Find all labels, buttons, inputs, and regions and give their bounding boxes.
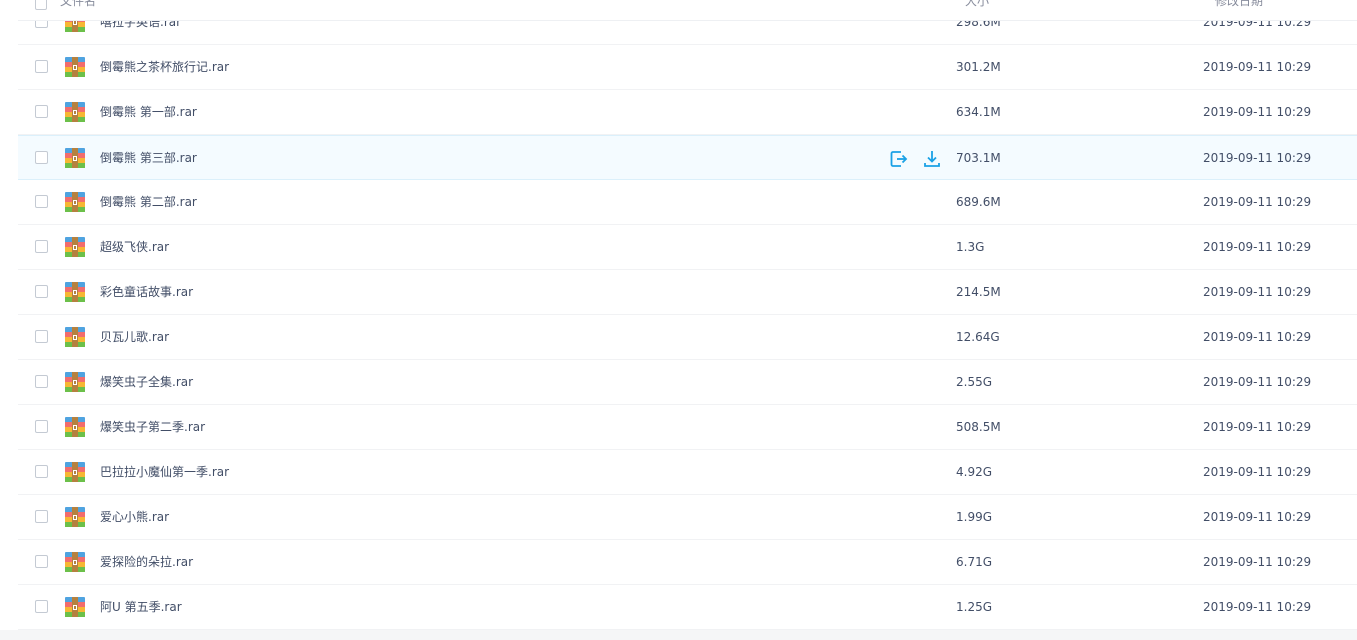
file-checkbox[interactable]: [35, 555, 48, 568]
file-name[interactable]: 阿U 第五季.rar: [100, 599, 182, 615]
file-size: 689.6M: [956, 195, 1001, 209]
file-date: 2019-09-11 10:29: [1203, 330, 1312, 344]
rar-archive-icon: [65, 327, 85, 347]
file-date: 2019-09-11 10:29: [1203, 600, 1312, 614]
file-name[interactable]: 爆笑虫子全集.rar: [100, 374, 193, 390]
file-row[interactable]: 彩色童话故事.rar 214.5M 2019-09-11 10:29: [18, 270, 1357, 315]
rar-archive-icon: [65, 102, 85, 122]
column-header-size[interactable]: 大小: [965, 0, 989, 8]
file-date: 2019-09-11 10:29: [1203, 240, 1312, 254]
column-header-date[interactable]: 修改日期: [1215, 0, 1263, 8]
file-name[interactable]: 爆笑虫子第二季.rar: [100, 419, 205, 435]
column-header-name[interactable]: 文件名: [60, 0, 96, 8]
file-name[interactable]: 爱心小熊.rar: [100, 509, 169, 525]
file-size: 634.1M: [956, 105, 1001, 119]
file-date: 2019-09-11 10:29: [1203, 420, 1312, 434]
select-all-checkbox[interactable]: [35, 0, 47, 10]
file-name[interactable]: 倒霉熊 第一部.rar: [100, 104, 197, 120]
file-date: 2019-09-11 10:29: [1203, 195, 1312, 209]
file-date: 2019-09-11 10:29: [1203, 555, 1312, 569]
file-name[interactable]: 倒霉熊之茶杯旅行记.rar: [100, 59, 229, 75]
file-row[interactable]: 倒霉熊 第一部.rar 634.1M 2019-09-11 10:29: [18, 90, 1357, 135]
file-date: 2019-09-11 10:29: [1203, 285, 1312, 299]
rar-archive-icon: [65, 597, 85, 617]
file-size: 2.55G: [956, 375, 993, 389]
file-row[interactable]: 倒霉熊 第三部.rar 703.1M 2019-09-11 10:29: [18, 135, 1357, 180]
file-name[interactable]: 超级飞侠.rar: [100, 239, 169, 255]
file-checkbox[interactable]: [35, 375, 48, 388]
download-icon[interactable]: [922, 149, 942, 169]
file-date: 2019-09-11 10:29: [1203, 60, 1312, 74]
file-checkbox[interactable]: [35, 420, 48, 433]
file-date: 2019-09-11 10:29: [1203, 510, 1312, 524]
file-size: 301.2M: [956, 60, 1001, 74]
file-checkbox[interactable]: [35, 330, 48, 343]
file-name[interactable]: 彩色童话故事.rar: [100, 284, 193, 300]
file-row[interactable]: 爆笑虫子第二季.rar 508.5M 2019-09-11 10:29: [18, 405, 1357, 450]
file-date: 2019-09-11 10:29: [1203, 105, 1312, 119]
file-size: 1.3G: [956, 240, 985, 254]
file-size: 703.1M: [956, 151, 1001, 165]
file-list-panel: 文件名 大小 修改日期 嘻拉字英语.rar 298.6M 2019-09-11 …: [0, 0, 1357, 630]
file-checkbox[interactable]: [35, 195, 48, 208]
file-name[interactable]: 贝瓦儿歌.rar: [100, 329, 169, 345]
file-name[interactable]: 巴拉拉小魔仙第一季.rar: [100, 464, 229, 480]
rar-archive-icon: [65, 462, 85, 482]
rar-archive-icon: [65, 417, 85, 437]
file-row[interactable]: 超级飞侠.rar 1.3G 2019-09-11 10:29: [18, 225, 1357, 270]
file-name[interactable]: 爱探险的朵拉.rar: [100, 554, 193, 570]
file-row[interactable]: 贝瓦儿歌.rar 12.64G 2019-09-11 10:29: [18, 315, 1357, 360]
file-name[interactable]: 倒霉熊 第二部.rar: [100, 194, 197, 210]
file-size: 4.92G: [956, 465, 993, 479]
file-size: 6.71G: [956, 555, 993, 569]
file-checkbox[interactable]: [35, 60, 48, 73]
file-row[interactable]: 倒霉熊 第二部.rar 689.6M 2019-09-11 10:29: [18, 180, 1357, 225]
file-checkbox[interactable]: [35, 151, 48, 164]
file-checkbox[interactable]: [35, 240, 48, 253]
file-checkbox[interactable]: [35, 510, 48, 523]
rar-archive-icon: [65, 507, 85, 527]
file-size: 214.5M: [956, 285, 1001, 299]
file-row[interactable]: 巴拉拉小魔仙第一季.rar 4.92G 2019-09-11 10:29: [18, 450, 1357, 495]
file-row[interactable]: 爱探险的朵拉.rar 6.71G 2019-09-11 10:29: [18, 540, 1357, 585]
file-size: 508.5M: [956, 420, 1001, 434]
file-date: 2019-09-11 10:29: [1203, 375, 1312, 389]
rar-archive-icon: [65, 57, 85, 77]
file-size: 12.64G: [956, 330, 1000, 344]
file-row[interactable]: 爆笑虫子全集.rar 2.55G 2019-09-11 10:29: [18, 360, 1357, 405]
file-date: 2019-09-11 10:29: [1203, 465, 1312, 479]
rar-archive-icon: [65, 148, 85, 168]
rar-archive-icon: [65, 237, 85, 257]
share-icon[interactable]: [889, 149, 909, 169]
file-list-header: 文件名 大小 修改日期: [18, 0, 1357, 21]
file-checkbox[interactable]: [35, 600, 48, 613]
file-row[interactable]: 爱心小熊.rar 1.99G 2019-09-11 10:29: [18, 495, 1357, 540]
file-checkbox[interactable]: [35, 285, 48, 298]
file-checkbox[interactable]: [35, 465, 48, 478]
file-size: 1.99G: [956, 510, 993, 524]
rar-archive-icon: [65, 552, 85, 572]
rar-archive-icon: [65, 282, 85, 302]
file-size: 1.25G: [956, 600, 993, 614]
file-name[interactable]: 倒霉熊 第三部.rar: [100, 150, 197, 166]
rar-archive-icon: [65, 372, 85, 392]
file-checkbox[interactable]: [35, 105, 48, 118]
file-row[interactable]: 阿U 第五季.rar 1.25G 2019-09-11 10:29: [18, 585, 1357, 630]
file-date: 2019-09-11 10:29: [1203, 151, 1312, 165]
rar-archive-icon: [65, 192, 85, 212]
file-row[interactable]: 倒霉熊之茶杯旅行记.rar 301.2M 2019-09-11 10:29: [18, 45, 1357, 90]
